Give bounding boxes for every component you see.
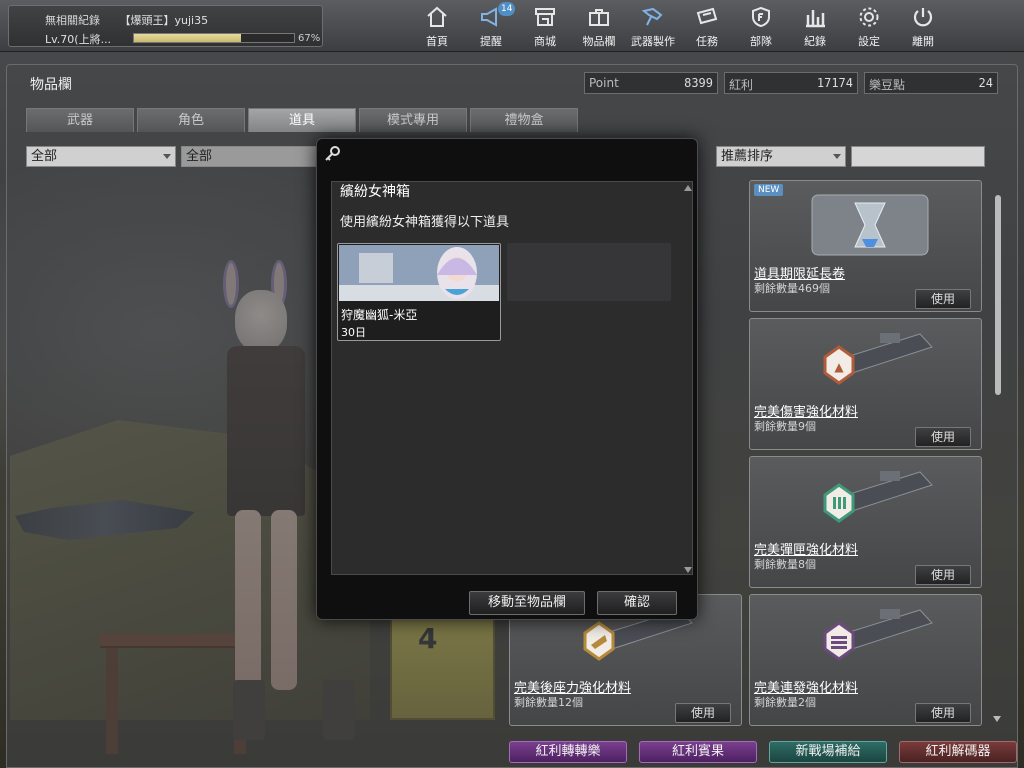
item-card[interactable]: ▲ 完美傷害強化材料 剩餘數量9個 使用 (749, 318, 982, 450)
nav-shop[interactable]: 商城 (518, 0, 572, 52)
chevron-down-icon (833, 154, 841, 159)
move-to-inventory-button[interactable]: 移動至物品欄 (469, 591, 585, 615)
item-card[interactable]: 完美連發強化材料 剩餘數量2個 使用 (749, 594, 982, 726)
svg-text:▲: ▲ (834, 360, 844, 374)
chevron-down-icon (163, 154, 171, 159)
point-balance: Point 8399 (584, 72, 718, 94)
category-filter-select[interactable]: 全部 (26, 146, 176, 167)
mission-icon (696, 7, 718, 25)
bonus-decoder-button[interactable]: 紅利解碼器 (899, 741, 1017, 763)
use-button[interactable]: 使用 (915, 565, 971, 585)
xp-percent: 67% (298, 33, 321, 44)
xp-progress-bar (133, 33, 295, 43)
use-button[interactable]: 使用 (915, 289, 971, 309)
item-quantity: 剩餘數量469個 (754, 282, 830, 295)
player-info-panel[interactable]: 無相關紀錄 【爆頭王】yuji35 Lv.70(上將... 67% (8, 5, 323, 47)
dialog-subtitle: 使用繽紛女神箱獲得以下道具 (340, 215, 510, 230)
tab-gift-box[interactable]: 禮物盒 (470, 108, 578, 132)
home-icon (427, 6, 447, 27)
bonus-roulette-button[interactable]: 紅利轉轉樂 (509, 741, 627, 763)
reward-character-thumbnail (339, 245, 499, 301)
beans-balance: 樂豆點 24 (864, 72, 998, 94)
search-input[interactable] (851, 146, 985, 167)
scroll-down-arrow-icon[interactable] (993, 716, 1001, 722)
reward-item-duration: 30日 (341, 326, 366, 339)
bar-chart-icon (806, 10, 825, 28)
inventory-title: 物品欄 (30, 77, 72, 93)
box-reward-dialog: 繽紛女神箱 使用繽紛女神箱獲得以下道具 狩魔幽狐-米亞 30日 移動至物品欄 確… (316, 138, 698, 620)
tab-mode-exclusive[interactable]: 模式專用 (359, 108, 467, 132)
player-title: 無相關紀錄 (45, 14, 100, 27)
new-badge: NEW (754, 184, 784, 196)
subcategory-filter-select[interactable]: 全部 (181, 146, 321, 167)
nav-settings[interactable]: 設定 (842, 0, 896, 52)
nav-inventory[interactable]: 物品欄 (572, 0, 626, 52)
rapid-fire-material-icon (823, 609, 933, 661)
tab-items[interactable]: 道具 (248, 108, 356, 132)
item-quantity: 剩餘數量9個 (754, 420, 816, 433)
damage-material-icon: ▲ (823, 333, 933, 385)
dialog-content-panel (331, 181, 693, 575)
scroll-up-arrow-icon[interactable] (684, 185, 692, 191)
dialog-title: 繽紛女神箱 (340, 184, 410, 200)
nav-weapon-craft[interactable]: 武器製作 (626, 0, 680, 52)
confirm-button[interactable]: 確認 (597, 591, 677, 615)
reward-item-name: 狩魔幽狐-米亞 (341, 308, 418, 322)
item-quantity: 剩餘數量12個 (514, 696, 583, 709)
item-quantity: 剩餘數量8個 (754, 558, 816, 571)
alerts-badge: 14 (498, 2, 516, 16)
battlefield-supply-button[interactable]: 新戰場補給 (769, 741, 887, 763)
nav-home[interactable]: 首頁 (410, 0, 464, 52)
power-icon (913, 8, 933, 27)
hourglass-trophy-icon (811, 194, 929, 256)
inventory-tabs: 武器 角色 道具 模式專用 禮物盒 (26, 108, 581, 132)
use-button[interactable]: 使用 (915, 427, 971, 447)
sort-select[interactable]: 推薦排序 (716, 146, 846, 167)
gear-icon (859, 7, 879, 27)
scrollbar-thumb[interactable] (995, 195, 1001, 395)
bonus-bingo-button[interactable]: 紅利賓果 (639, 741, 757, 763)
top-bar: 無相關紀錄 【爆頭王】yuji35 Lv.70(上將... 67% 首頁 14 … (0, 0, 1024, 52)
item-card[interactable]: NEW 道具期限延長卷 剩餘數量469個 使用 (749, 180, 982, 312)
main-nav: 首頁 14 提醒 商城 物品欄 武器製作 任務 部隊 紀錄 設定 離開 (410, 0, 950, 52)
use-button[interactable]: 使用 (675, 703, 731, 723)
player-level: Lv.70(上將... (45, 33, 112, 46)
briefcase-icon (589, 9, 609, 26)
nav-exit[interactable]: 離開 (896, 0, 950, 52)
item-card[interactable]: 完美彈匣強化材料 剩餘數量8個 使用 (749, 456, 982, 588)
nav-records[interactable]: 紀錄 (788, 0, 842, 52)
item-quantity: 剩餘數量2個 (754, 696, 816, 709)
nav-squad[interactable]: 部隊 (734, 0, 788, 52)
tab-weapons[interactable]: 武器 (26, 108, 134, 132)
nav-missions[interactable]: 任務 (680, 0, 734, 52)
player-name: 【爆頭王】yuji35 (119, 14, 209, 27)
nav-alerts[interactable]: 14 提醒 (464, 0, 518, 52)
bonus-balance: 紅利 17174 (724, 72, 858, 94)
magazine-material-icon (823, 471, 933, 523)
shield-icon (752, 6, 770, 28)
key-icon (325, 146, 340, 161)
use-button[interactable]: 使用 (915, 703, 971, 723)
reward-slot-empty (507, 243, 671, 301)
tab-characters[interactable]: 角色 (137, 108, 245, 132)
weapon-craft-icon (641, 7, 663, 26)
scroll-down-arrow-icon[interactable] (684, 567, 692, 573)
reward-item-card[interactable]: 狩魔幽狐-米亞 30日 (337, 243, 501, 341)
shop-icon (535, 8, 555, 26)
